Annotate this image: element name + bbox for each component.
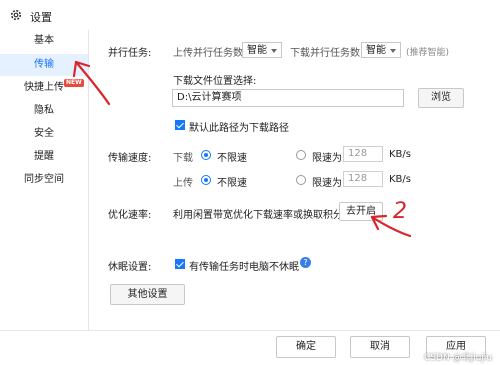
upload-limit-value: 128: [348, 173, 368, 184]
dialog-footer: 确定 取消 应用 CSDN @北jiujiu: [0, 330, 500, 365]
download-limit-label: 限速为: [312, 153, 342, 164]
sidebar-item-label: 快捷上传: [24, 82, 64, 93]
upload-unlimited-radio[interactable]: [201, 175, 211, 185]
ok-button[interactable]: 确定: [276, 336, 336, 358]
sidebar-item-privacy[interactable]: 隐私: [0, 100, 88, 122]
default-path-checkbox[interactable]: [175, 120, 185, 130]
download-unlimited-label: 不限速: [217, 153, 247, 164]
upload-unlimited-label: 不限速: [217, 178, 247, 189]
transfer-speed-label: 传输速度:: [108, 153, 152, 164]
download-limit-radio[interactable]: [296, 150, 306, 160]
settings-gear-icon: [10, 9, 22, 21]
sidebar-item-label: 提醒: [34, 151, 54, 162]
sidebar-item-label: 同步空间: [24, 174, 64, 185]
download-parallel-value: 智能: [366, 45, 386, 56]
upload-parallel-select[interactable]: 智能: [242, 42, 282, 58]
upload-parallel-label: 上传并行任务数: [173, 48, 243, 59]
no-sleep-checkbox[interactable]: [175, 259, 185, 269]
window-title: 设置: [30, 11, 52, 24]
sidebar-item-label: 传输: [34, 59, 54, 70]
parallel-tasks-label: 并行任务:: [108, 48, 152, 59]
chevron-down-icon: [390, 49, 396, 53]
sidebar-item-quick-upload[interactable]: 快捷上传 NEW: [0, 77, 88, 99]
sidebar-item-security[interactable]: 安全: [0, 123, 88, 145]
sidebar-item-label: 基本: [34, 35, 54, 46]
sidebar-item-reminder[interactable]: 提醒: [0, 146, 88, 168]
optimize-description: 利用闲置带宽优化下载速率或换取积分: [173, 210, 343, 221]
cancel-button[interactable]: 取消: [350, 336, 410, 358]
watermark: CSDN @北jiujiu: [424, 353, 492, 363]
browse-button[interactable]: 浏览: [418, 88, 464, 108]
download-parallel-select[interactable]: 智能: [361, 42, 401, 58]
sleep-settings-label: 休眠设置:: [108, 262, 152, 273]
sidebar-item-transfer[interactable]: 传输: [0, 54, 88, 76]
sidebar-item-basic[interactable]: 基本: [0, 30, 88, 52]
enable-optimize-button[interactable]: 去开启: [339, 202, 383, 221]
download-limit-value: 128: [348, 148, 368, 159]
help-icon[interactable]: ?: [300, 257, 311, 268]
download-unlimited-radio[interactable]: [201, 150, 211, 160]
other-settings-button[interactable]: 其他设置: [110, 284, 185, 305]
upload-limit-label: 限速为: [312, 178, 342, 189]
download-speed-label: 下载: [173, 153, 193, 164]
sidebar: 基本 传输 快捷上传 NEW 隐私 安全 提醒 同步空间: [0, 30, 89, 330]
default-path-label: 默认此路径为下载路径: [189, 123, 289, 134]
download-unit-label: KB/s: [389, 149, 411, 160]
download-parallel-label: 下载并行任务数: [290, 48, 360, 59]
recommend-hint: (推荐智能): [406, 48, 450, 58]
chevron-down-icon: [271, 49, 277, 53]
upload-speed-label: 上传: [173, 178, 193, 189]
optimize-rate-label: 优化速率:: [108, 210, 152, 221]
sidebar-item-label: 安全: [34, 128, 54, 139]
title-bar: 设置: [0, 0, 500, 30]
download-path-value: D:\云计算赛项: [177, 92, 242, 103]
download-limit-input[interactable]: 128: [343, 146, 383, 162]
no-sleep-label: 有传输任务时电脑不休眠: [189, 262, 299, 273]
sidebar-item-sync-space[interactable]: 同步空间: [0, 169, 88, 191]
upload-limit-input[interactable]: 128: [343, 171, 383, 187]
settings-panel: 并行任务: 上传并行任务数 智能 下载并行任务数 智能 (推荐智能) 下载文件位…: [89, 30, 500, 330]
new-badge: NEW: [64, 79, 84, 87]
upload-unit-label: KB/s: [389, 174, 411, 185]
download-location-label: 下载文件位置选择:: [173, 76, 257, 87]
upload-parallel-value: 智能: [247, 45, 267, 56]
upload-limit-radio[interactable]: [296, 175, 306, 185]
download-path-input[interactable]: D:\云计算赛项: [172, 89, 404, 107]
sidebar-item-label: 隐私: [34, 105, 54, 116]
